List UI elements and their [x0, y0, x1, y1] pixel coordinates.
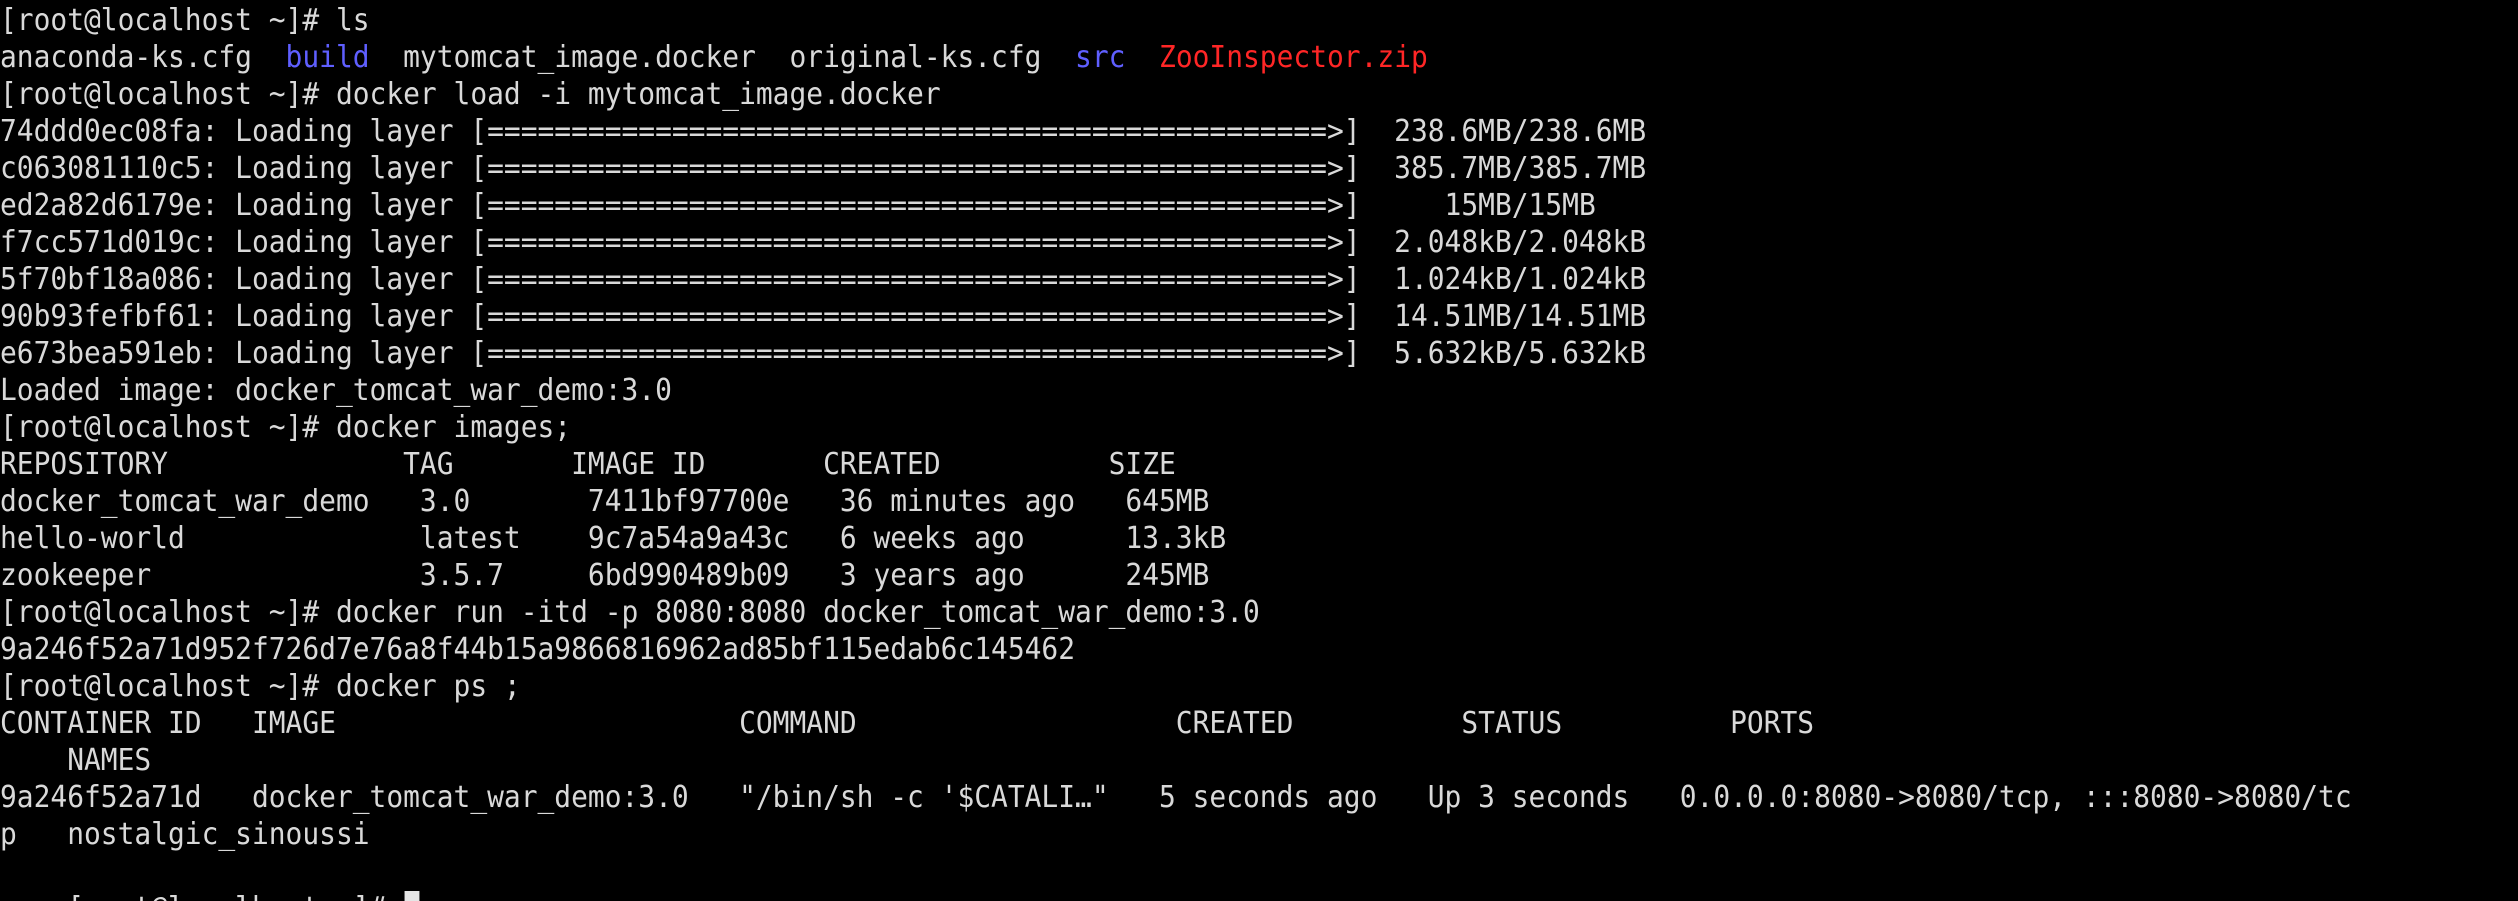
output-text: [root@localhost ~]# docker run -itd -p 8…: [0, 595, 1260, 630]
terminal-line: 5f70bf18a086: Loading layer [===========…: [0, 261, 1646, 298]
output-text: Loaded image: docker_tomcat_war_demo:3.0: [0, 373, 672, 408]
terminal-line: [root@localhost ~]# ls: [0, 2, 370, 39]
output-text: p nostalgic_sinoussi: [0, 817, 370, 852]
output-text: NAMES: [0, 743, 152, 778]
output-text: 5f70bf18a086: Loading layer [===========…: [0, 262, 1647, 297]
output-text: ed2a82d6179e: Loading layer [===========…: [0, 188, 1596, 223]
output-text: [root@localhost ~]# ls: [0, 3, 370, 38]
terminal-line: Loaded image: docker_tomcat_war_demo:3.0: [0, 372, 672, 409]
terminal-line: docker_tomcat_war_demo 3.0 7411bf97700e …: [0, 483, 1209, 520]
output-text: c063081110c5: Loading layer [===========…: [0, 151, 1647, 186]
terminal-window[interactable]: [root@localhost ~]# ls anaconda-ks.cfg bu…: [0, 0, 2518, 901]
terminal-line: 9a246f52a71d docker_tomcat_war_demo:3.0 …: [0, 779, 2352, 816]
output-text: [root@localhost ~]# docker ps ;: [0, 669, 521, 704]
terminal-line: [root@localhost ~]# docker load -i mytom…: [0, 76, 941, 113]
directory-name: build: [285, 40, 370, 75]
output-text: [root@localhost ~]# docker images;: [0, 410, 572, 445]
terminal-line: f7cc571d019c: Loading layer [===========…: [0, 224, 1646, 261]
terminal-line: 9a246f52a71d952f726d7e76a8f44b15a9866816…: [0, 631, 1075, 668]
output-text: zookeeper 3.5.7 6bd990489b09 3 years ago…: [0, 558, 1210, 593]
command-prompt-line[interactable]: [root@localhost ~]#: [0, 853, 420, 901]
terminal-line: [root@localhost ~]# docker run -itd -p 8…: [0, 594, 1260, 631]
output-text: hello-world latest 9c7a54a9a43c 6 weeks …: [0, 521, 1227, 556]
output-text: 9a246f52a71d952f726d7e76a8f44b15a9866816…: [0, 632, 1076, 667]
output-text: REPOSITORY TAG IMAGE ID CREATED SIZE: [0, 447, 1176, 482]
output-text: f7cc571d019c: Loading layer [===========…: [0, 225, 1647, 260]
output-text: anaconda-ks.cfg: [0, 40, 286, 75]
terminal-line: 74ddd0ec08fa: Loading layer [===========…: [0, 113, 1646, 150]
output-text: docker_tomcat_war_demo 3.0 7411bf97700e …: [0, 484, 1210, 519]
terminal-line: CONTAINER ID IMAGE COMMAND CREATED STATU…: [0, 705, 1814, 742]
terminal-line: anaconda-ks.cfg build mytomcat_image.doc…: [0, 39, 1428, 76]
output-text: e673bea591eb: Loading layer [===========…: [0, 336, 1647, 371]
terminal-line: 90b93fefbf61: Loading layer [===========…: [0, 298, 1646, 335]
terminal-line: zookeeper 3.5.7 6bd990489b09 3 years ago…: [0, 557, 1209, 594]
prompt-text: [root@localhost ~]#: [67, 891, 403, 901]
output-text: CONTAINER ID IMAGE COMMAND CREATED STATU…: [0, 706, 1815, 741]
output-text: 74ddd0ec08fa: Loading layer [===========…: [0, 114, 1647, 149]
output-text: [root@localhost ~]# docker load -i mytom…: [0, 77, 941, 112]
output-text: 9a246f52a71d docker_tomcat_war_demo:3.0 …: [0, 780, 2352, 815]
terminal-line: NAMES: [0, 742, 151, 779]
terminal-line: e673bea591eb: Loading layer [===========…: [0, 335, 1646, 372]
directory-name: src: [1075, 40, 1126, 75]
output-text: 90b93fefbf61: Loading layer [===========…: [0, 299, 1647, 334]
text-cursor[interactable]: [405, 891, 420, 901]
terminal-line: [root@localhost ~]# docker ps ;: [0, 668, 521, 705]
terminal-line: REPOSITORY TAG IMAGE ID CREATED SIZE: [0, 446, 1176, 483]
terminal-line: c063081110c5: Loading layer [===========…: [0, 150, 1646, 187]
terminal-line: p nostalgic_sinoussi: [0, 816, 370, 853]
terminal-line: hello-world latest 9c7a54a9a43c 6 weeks …: [0, 520, 1226, 557]
terminal-line: ed2a82d6179e: Loading layer [===========…: [0, 187, 1596, 224]
archive-file-name: ZooInspector.zip: [1159, 40, 1428, 75]
terminal-line: [root@localhost ~]# docker images;: [0, 409, 571, 446]
output-text: mytomcat_image.docker original-ks.cfg: [369, 40, 1076, 75]
